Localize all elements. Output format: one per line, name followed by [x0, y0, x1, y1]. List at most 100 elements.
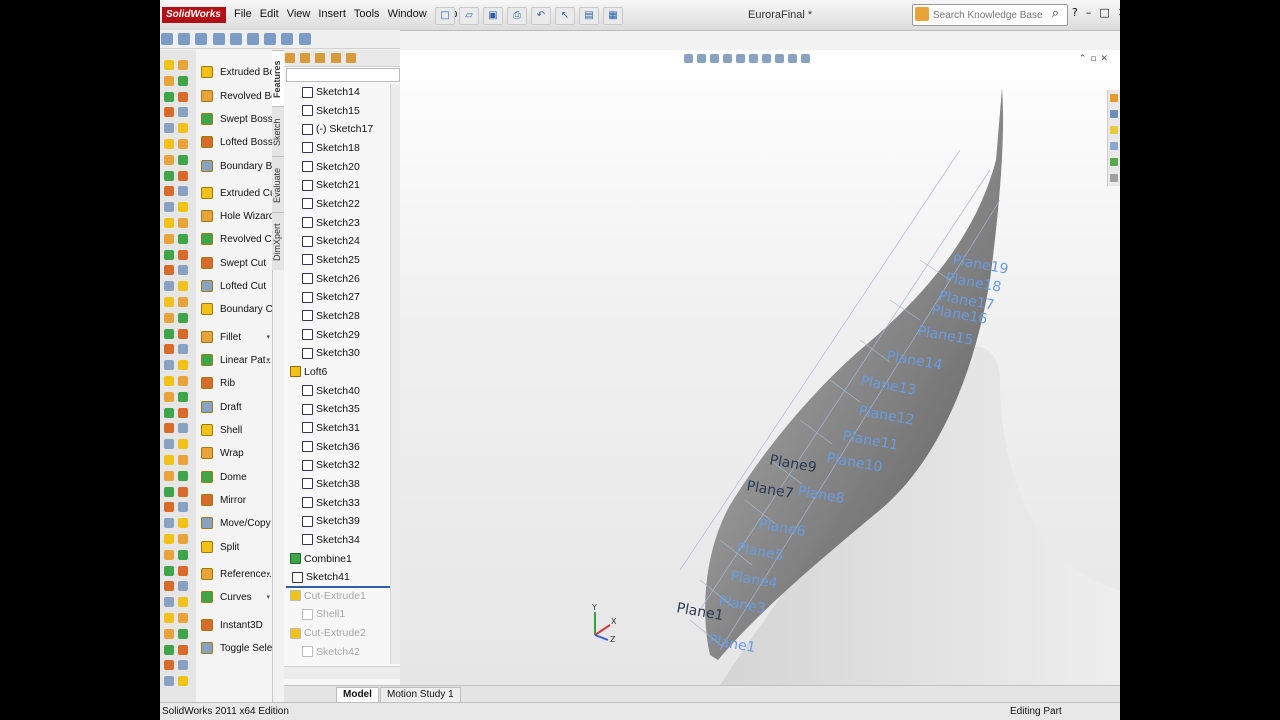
tree-node-sketch34[interactable]: Sketch34: [302, 531, 360, 549]
command-extruded-cut[interactable]: Extruded Cut: [196, 183, 272, 203]
view-orientation-icon[interactable]: [229, 33, 242, 45]
toolbar-shortcut-icon[interactable]: [164, 613, 174, 623]
toolbar-shortcut-icon[interactable]: [178, 123, 188, 134]
command-fillet[interactable]: Fillet ▾: [196, 327, 272, 347]
toolbar-shortcut-icon[interactable]: [164, 518, 174, 529]
toolbar-shortcut-icon[interactable]: [164, 470, 174, 481]
toolbar-shortcut-icon[interactable]: [164, 423, 174, 434]
toolbar-shortcut-icon[interactable]: [178, 218, 188, 228]
toolbar-shortcut-icon[interactable]: [164, 60, 174, 70]
zoom-area-icon[interactable]: [178, 33, 191, 45]
toolbar-shortcut-icon[interactable]: [178, 565, 188, 576]
menu-view[interactable]: View: [283, 8, 315, 20]
previous-view-icon[interactable]: [195, 33, 208, 45]
help-button[interactable]: ?: [1072, 6, 1078, 19]
toolbar-shortcut-icon[interactable]: [164, 154, 174, 165]
tree-filter-input[interactable]: [286, 68, 400, 82]
toolbar-shortcut-icon[interactable]: [164, 123, 174, 134]
tree-node-sketch15[interactable]: Sketch15: [302, 102, 360, 120]
toolbar-shortcut-icon[interactable]: [178, 139, 188, 149]
toolbar-shortcut-icon[interactable]: [178, 75, 188, 86]
tree-node-cut-extrude2[interactable]: Cut-Extrude2: [290, 624, 366, 642]
tree-node-sketch17[interactable]: (-) Sketch17: [302, 120, 373, 138]
display-style-icon[interactable]: [246, 33, 259, 45]
toolbar-shortcut-icon[interactable]: [164, 628, 174, 639]
command-boundary-cut[interactable]: Boundary Cut: [196, 299, 272, 319]
command-hole-wizard[interactable]: Hole Wizard: [196, 206, 272, 226]
menu-file[interactable]: File: [230, 8, 256, 20]
toolbar-shortcut-icon[interactable]: [178, 470, 188, 481]
tree-node-sketch24[interactable]: Sketch24: [302, 232, 360, 250]
toolbar-shortcut-icon[interactable]: [164, 676, 174, 687]
tree-node-sketch38[interactable]: Sketch38: [302, 475, 360, 493]
search-input[interactable]: [931, 7, 1045, 23]
toolbar-shortcut-icon[interactable]: [178, 328, 188, 339]
tab-model[interactable]: Model: [336, 687, 379, 703]
close-button[interactable]: ✕: [1118, 6, 1120, 19]
toolbar-shortcut-icon[interactable]: [178, 597, 188, 608]
dimxpert-manager-icon[interactable]: [330, 53, 341, 63]
menu-edit[interactable]: Edit: [256, 8, 283, 20]
toolbar-shortcut-icon[interactable]: [164, 202, 174, 213]
zoom-fit-icon[interactable]: [161, 33, 173, 45]
tree-node-sketch18[interactable]: Sketch18: [302, 139, 360, 157]
menu-window[interactable]: Window: [384, 8, 431, 20]
feature-manager-icon[interactable]: [285, 53, 295, 63]
select-icon[interactable]: ↖: [555, 7, 575, 25]
command-toggle-sele[interactable]: Toggle Sele...: [196, 638, 272, 658]
tree-node-sketch28[interactable]: Sketch28: [302, 307, 360, 325]
dropdown-arrow-icon[interactable]: ▾: [266, 593, 270, 601]
tree-node-sketch42[interactable]: Sketch42: [302, 643, 360, 661]
tab-dimxpert[interactable]: DimXpert: [272, 212, 284, 271]
toolbar-shortcut-icon[interactable]: [178, 581, 188, 592]
tree-node-sketch14[interactable]: Sketch14: [302, 83, 360, 101]
command-revolved-cut[interactable]: Revolved Cut: [196, 229, 272, 249]
knowledge-search-box[interactable]: ⌕: [912, 4, 1068, 26]
tree-node-combine1[interactable]: Combine1: [290, 550, 352, 568]
toolbar-shortcut-icon[interactable]: [178, 391, 188, 402]
toolbar-shortcut-icon[interactable]: [164, 139, 174, 149]
command-linear-pat[interactable]: Linear Pat... ▾: [196, 350, 272, 370]
open-icon[interactable]: ▱: [459, 7, 479, 25]
toolbar-shortcut-icon[interactable]: [178, 660, 188, 671]
toolbar-shortcut-icon[interactable]: [178, 534, 188, 544]
toolbar-shortcut-icon[interactable]: [178, 360, 188, 371]
tree-vertical-scrollbar[interactable]: [390, 84, 400, 664]
rollback-bar[interactable]: [286, 586, 390, 588]
toolbar-shortcut-icon[interactable]: [164, 186, 174, 197]
tree-node-sketch21[interactable]: Sketch21: [302, 176, 360, 194]
toolbar-shortcut-icon[interactable]: [164, 439, 174, 450]
menu-insert[interactable]: Insert: [314, 8, 350, 20]
command-lofted-boss[interactable]: Lofted Boss...: [196, 132, 272, 152]
tree-node-sketch27[interactable]: Sketch27: [302, 288, 360, 306]
command-instant3d[interactable]: Instant3D: [196, 615, 272, 635]
toolbar-shortcut-icon[interactable]: [164, 281, 174, 292]
tree-node-shell1[interactable]: Shell1: [302, 605, 345, 623]
tab-evaluate[interactable]: Evaluate: [272, 156, 284, 213]
dropdown-arrow-icon[interactable]: ▾: [266, 356, 270, 364]
tree-node-sketch26[interactable]: Sketch26: [302, 270, 360, 288]
toolbar-shortcut-icon[interactable]: [164, 597, 174, 608]
toolbar-shortcut-icon[interactable]: [164, 360, 174, 371]
toolbar-shortcut-icon[interactable]: [178, 676, 188, 687]
tree-node-sketch39[interactable]: Sketch39: [302, 512, 360, 530]
toolbar-shortcut-icon[interactable]: [178, 312, 188, 323]
command-split[interactable]: Split: [196, 537, 272, 557]
toolbar-shortcut-icon[interactable]: [164, 565, 174, 576]
toolbar-shortcut-icon[interactable]: [164, 486, 174, 497]
tree-node-sketch30[interactable]: Sketch30: [302, 344, 360, 362]
solidworks-logo[interactable]: SolidWorks: [162, 7, 226, 23]
toolbar-shortcut-icon[interactable]: [164, 265, 174, 276]
toolbar-shortcut-icon[interactable]: [178, 186, 188, 197]
toolbar-shortcut-icon[interactable]: [164, 218, 174, 228]
undo-icon[interactable]: ↶: [531, 7, 551, 25]
toolbar-shortcut-icon[interactable]: [178, 170, 188, 181]
command-wrap[interactable]: Wrap: [196, 443, 272, 463]
command-move-copy[interactable]: Move/Copy ...: [196, 513, 272, 533]
save-icon[interactable]: ▣: [483, 7, 503, 25]
toolbar-shortcut-icon[interactable]: [178, 344, 188, 355]
rebuild-icon[interactable]: ▤: [579, 7, 599, 25]
dropdown-arrow-icon[interactable]: ▾: [266, 333, 270, 341]
toolbar-shortcut-icon[interactable]: [164, 91, 174, 102]
command-lofted-cut[interactable]: Lofted Cut: [196, 276, 272, 296]
